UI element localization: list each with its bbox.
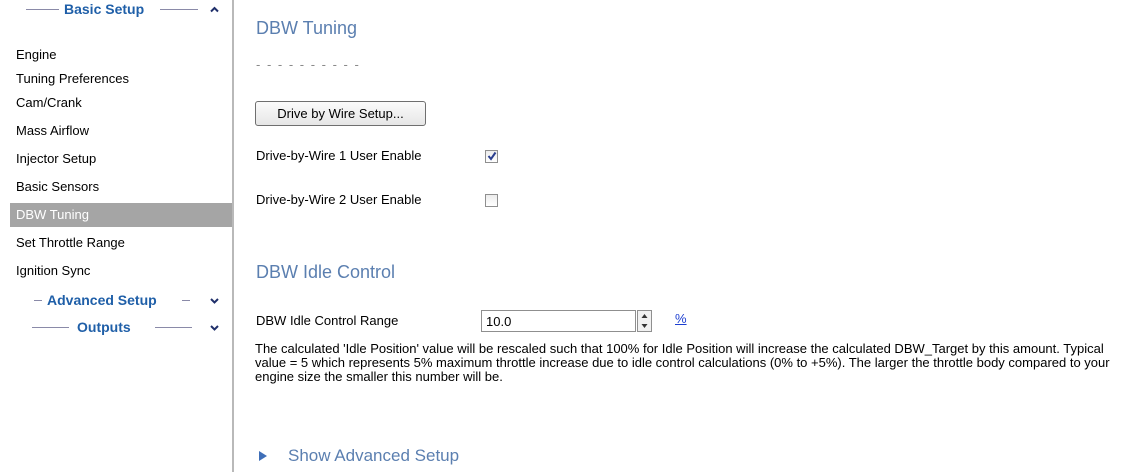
sidebar-item-mass-airflow[interactable]: Mass Airflow (10, 119, 232, 143)
page-title: DBW Tuning (256, 18, 358, 38)
sidebar-item-basic-sensors[interactable]: Basic Sensors (10, 175, 232, 199)
splitter[interactable] (232, 0, 234, 472)
sidebar: Basic Setup Engine Tuning Preferences Ca… (0, 0, 232, 472)
chevron-down-icon[interactable] (209, 322, 220, 333)
idle-control-range-label: DBW Idle Control Range (256, 313, 399, 328)
section-title: Outputs (77, 319, 131, 335)
header-rule (26, 9, 59, 10)
unit-link[interactable]: % (675, 311, 687, 326)
section-title: Basic Setup (64, 1, 145, 17)
show-advanced-setup-label: Show Advanced Setup (288, 446, 460, 465)
dbw1-enable-label: Drive-by-Wire 1 User Enable (256, 148, 422, 163)
checkmark-icon (487, 151, 497, 161)
dbw2-enable-label: Drive-by-Wire 2 User Enable (256, 192, 422, 207)
triangle-right-icon (259, 451, 267, 461)
section-header-outputs[interactable]: Outputs (0, 318, 232, 338)
header-rule (155, 327, 192, 328)
sidebar-item-set-throttle-range[interactable]: Set Throttle Range (10, 231, 232, 255)
placeholder-dashes: - - - - - - - - - - (256, 57, 361, 72)
header-rule (160, 9, 198, 10)
sidebar-item-injector-setup[interactable]: Injector Setup (10, 147, 232, 171)
dbw1-enable-checkbox[interactable] (485, 150, 498, 163)
section-header-advanced-setup[interactable]: Advanced Setup (0, 291, 232, 311)
section-title: Advanced Setup (47, 292, 157, 308)
header-rule (182, 300, 190, 301)
chevron-down-icon[interactable] (209, 295, 220, 306)
dbw2-enable-checkbox[interactable] (485, 194, 498, 207)
header-rule (34, 300, 42, 301)
chevron-up-icon[interactable] (209, 4, 220, 15)
spinner[interactable] (637, 310, 652, 332)
sidebar-item-ignition-sync[interactable]: Ignition Sync (10, 259, 232, 283)
sidebar-item-engine[interactable]: Engine (10, 43, 232, 67)
spin-down-icon[interactable] (638, 321, 651, 331)
sidebar-item-tuning-preferences[interactable]: Tuning Preferences (10, 67, 232, 91)
sidebar-item-dbw-tuning[interactable]: DBW Tuning (10, 203, 232, 227)
section-header-basic-setup[interactable]: Basic Setup (0, 0, 232, 20)
idle-control-heading: DBW Idle Control (256, 262, 396, 282)
spin-up-icon[interactable] (638, 311, 651, 321)
header-rule (32, 327, 69, 328)
idle-control-description: The calculated 'Idle Position' value wil… (255, 341, 1110, 384)
drive-by-wire-setup-button[interactable]: Drive by Wire Setup... (255, 101, 426, 126)
idle-control-range-input[interactable] (481, 310, 636, 332)
sidebar-item-cam-crank[interactable]: Cam/Crank (10, 91, 232, 115)
